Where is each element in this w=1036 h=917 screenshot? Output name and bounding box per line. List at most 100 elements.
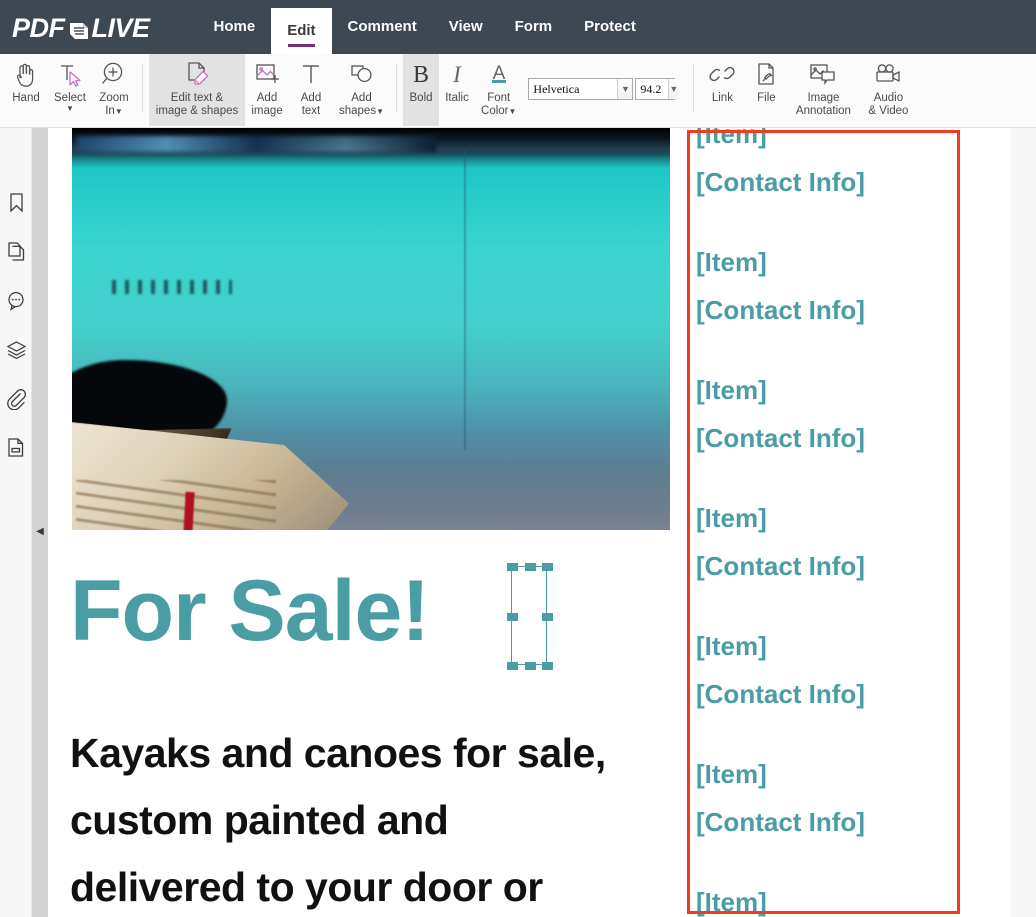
tool-zoom-in[interactable]: Zoom In▼ [92, 54, 136, 126]
tool-image-annotation[interactable]: Image Annotation [788, 54, 858, 126]
shapes-icon [348, 59, 376, 89]
tool-link[interactable]: Link [700, 54, 744, 126]
body-copy[interactable]: Kayaks and canoes for sale, custom paint… [70, 720, 670, 917]
font-size-input[interactable] [636, 79, 669, 99]
nav-tab-home-label: Home [213, 18, 256, 35]
resize-handle-middle-right[interactable] [542, 613, 553, 621]
tool-audio-video-label: Audio [873, 92, 904, 104]
headline-for-sale[interactable]: For Sale! [70, 568, 430, 654]
resize-handle-bottom-right[interactable] [542, 662, 553, 670]
body-line-2: custom painted and [70, 797, 449, 843]
tool-image-annotation-label2: Annotation [795, 105, 851, 117]
brand-pdf-text: PDF [12, 13, 65, 43]
tool-edit-text-image-shapes[interactable]: Edit text & image & shapes [149, 54, 245, 126]
text-selection-box[interactable] [507, 563, 553, 670]
tool-edit-label: Edit text & [170, 92, 224, 104]
rail-top-spacer [0, 128, 31, 178]
nav-tab-home[interactable]: Home [198, 0, 272, 54]
resize-handle-top-right[interactable] [542, 563, 553, 571]
tool-zoom-in-label2: In▼ [105, 105, 123, 117]
bold-b-icon: B [410, 59, 432, 89]
chevron-down-icon[interactable]: ▼ [66, 105, 74, 113]
ribbon-toolbar: Hand Select ▼ Zoom In▼ Edit text & image… [0, 54, 1036, 128]
svg-text:I: I [452, 62, 462, 87]
tool-add-image-label2: image [251, 105, 283, 117]
hand-icon [13, 59, 39, 89]
tool-add-shapes-label: Add [351, 92, 372, 104]
link-chain-icon [709, 59, 736, 89]
resize-handle-bottom-left[interactable] [507, 662, 518, 670]
photo-reflection-streak [76, 136, 436, 152]
tool-add-shapes[interactable]: Add shapes▼ [333, 54, 390, 126]
comment-bubble-icon [6, 291, 26, 311]
italic-i-icon: I [446, 59, 468, 89]
nav-tab-view[interactable]: View [433, 0, 499, 54]
nav-tab-comment[interactable]: Comment [332, 0, 433, 54]
tool-bold[interactable]: B Bold [403, 54, 440, 126]
nav-tab-edit[interactable]: Edit [271, 8, 332, 54]
tool-add-image[interactable]: Add image [245, 54, 289, 126]
tool-file[interactable]: File [744, 54, 788, 126]
tool-select[interactable]: Select ▼ [48, 54, 92, 126]
hero-photo[interactable] [72, 128, 670, 530]
photo-hairline [464, 150, 466, 450]
sidebar-item-attachments[interactable] [0, 374, 32, 423]
font-name-chevron-down-icon[interactable]: ▼ [617, 79, 633, 99]
tool-hand-label: Hand [12, 92, 40, 104]
font-size-chevron-down-icon[interactable]: ▼ [668, 79, 679, 99]
resize-handle-middle-left[interactable] [507, 613, 518, 621]
sidebar-item-form-fields[interactable] [0, 423, 32, 472]
nav-tab-edit-label: Edit [287, 22, 316, 39]
image-plus-icon [253, 59, 281, 89]
font-color-a-icon: A [486, 59, 512, 89]
tool-italic[interactable]: I Italic [439, 54, 475, 126]
resize-handle-top-left[interactable] [507, 563, 518, 571]
tool-add-shapes-label2: shapes▼ [339, 105, 385, 117]
tool-font-color[interactable]: A Font Color▼ [475, 54, 522, 126]
right-page-margin [1011, 128, 1036, 917]
nav-tab-form-label: Form [514, 18, 553, 35]
font-name-input[interactable] [529, 79, 618, 99]
left-sidebar-rail [0, 128, 32, 917]
brand-logo[interactable]: PDF LIVE [12, 13, 150, 44]
toolbar-divider-1 [142, 64, 143, 112]
nav-tab-form[interactable]: Form [499, 0, 569, 54]
font-size-combo[interactable]: ▼ [635, 78, 679, 100]
tool-add-text[interactable]: Add text [289, 54, 333, 126]
tool-edit-label2: image & shapes [155, 105, 239, 117]
nav-tabs: Home Edit Comment View Form Protect [198, 0, 652, 54]
sidebar-collapse-arrow-icon[interactable]: ◀ [33, 522, 47, 540]
chevron-down-icon[interactable]: ▼ [376, 108, 384, 116]
tool-font-color-label: Font [487, 92, 511, 104]
tool-audio-video-label2: & Video [868, 105, 909, 117]
layers-stack-icon [6, 340, 27, 360]
pdf-live-app: PDF LIVE Home Edit Comment View Form Pro… [0, 0, 1036, 917]
photo-specks [112, 280, 232, 294]
tool-audio-video[interactable]: Audio & Video [858, 54, 918, 126]
select-cursor-icon [56, 59, 84, 89]
nav-tab-protect[interactable]: Protect [568, 0, 652, 54]
tool-file-label: File [757, 92, 776, 104]
document-page[interactable]: For Sale! Kayaks and canoes for sale, cu… [48, 128, 1011, 917]
document-field-icon [7, 437, 25, 458]
chevron-down-icon[interactable]: ▼ [509, 108, 517, 116]
tool-add-text-label2: text [301, 105, 321, 117]
video-camera-icon [873, 59, 903, 89]
sidebar-item-layers[interactable] [0, 325, 32, 374]
sidebar-item-comments[interactable] [0, 276, 32, 325]
photo-rope [224, 508, 334, 530]
magnifier-plus-icon [100, 59, 128, 89]
chevron-down-icon[interactable]: ▼ [115, 108, 123, 116]
file-pin-icon [753, 59, 779, 89]
font-name-combo[interactable]: ▼ [528, 78, 634, 100]
nav-tab-protect-label: Protect [584, 18, 636, 35]
tool-add-text-label: Add [300, 92, 322, 104]
toolbar-divider-3 [693, 64, 695, 112]
tool-link-label: Link [711, 92, 733, 104]
resize-handle-top-center[interactable] [525, 563, 536, 571]
sidebar-item-bookmarks[interactable] [0, 178, 32, 227]
column-selection-outline[interactable] [687, 130, 960, 914]
sidebar-item-page-thumbnails[interactable] [0, 227, 32, 276]
tool-hand[interactable]: Hand [4, 54, 48, 126]
resize-handle-bottom-center[interactable] [525, 662, 536, 670]
